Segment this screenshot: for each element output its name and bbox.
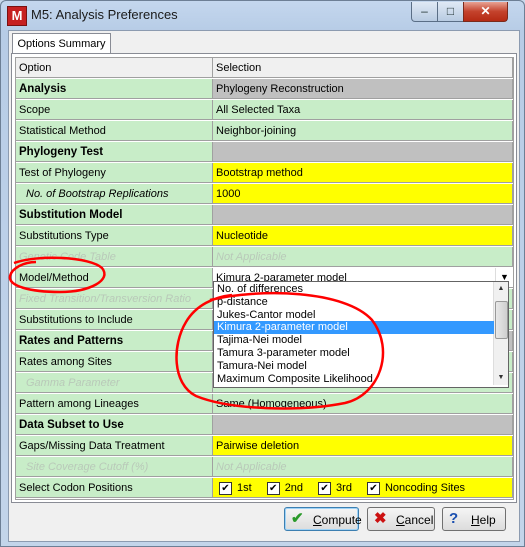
table-row[interactable]: Data Subset to Use [16,415,513,436]
table-row[interactable]: Site Coverage Cutoff (%) Not Applicable [16,457,513,478]
option-cell: No. of Bootstrap Replications [16,184,213,204]
option-cell: Statistical Method [16,121,213,141]
column-header-option: Option [16,58,213,78]
close-icon: ✕ [480,4,491,18]
table-row[interactable]: Statistical Method Neighbor-joining [16,121,513,142]
codon-checkbox-group[interactable]: ✔ 1st [216,478,252,497]
checkbox-icon[interactable]: ✔ [219,481,232,495]
codon-checkbox-label: 1st [237,482,252,494]
option-cell: Phylogeny Test [16,142,213,162]
table-row[interactable]: Test of Phylogeny Bootstrap method [16,163,513,184]
maximize-button[interactable]: □ [437,2,464,22]
table-row[interactable]: Substitution Model [16,205,513,226]
option-cell: Fixed Transition/Transversion Ratio [16,289,213,309]
cancel-label: Cancel [396,513,434,527]
table-row[interactable]: Phylogeny Test [16,142,513,163]
option-cell: Pattern among Lineages [16,394,213,414]
selection-cell [213,205,513,225]
dialog-body: Options Summary Option Selection Analysi… [8,30,520,542]
codon-positions-cell[interactable]: ✔ 1st ✔ 2nd ✔ 3rd ✔ Noncoding Sites [213,478,513,498]
option-cell: Scope [16,100,213,120]
selection-cell: Not Applicable [213,247,513,267]
table-row[interactable]: Pattern among Lineages Same (Homogeneous) [16,394,513,415]
option-cell: Model/Method [16,268,213,288]
table-row[interactable]: Analysis Phylogeny Reconstruction [16,79,513,100]
selection-cell[interactable]: Same (Homogeneous) [213,394,513,414]
table-row[interactable]: Substitutions Type Nucleotide [16,226,513,247]
column-header-selection: Selection [213,58,513,78]
scroll-down-icon[interactable]: ▼ [495,372,507,384]
tab-options-summary[interactable]: Options Summary [12,33,111,54]
selection-cell[interactable]: Pairwise deletion [213,436,513,456]
selection-cell[interactable]: All Selected Taxa [213,100,513,120]
selection-cell[interactable]: Neighbor-joining [213,121,513,141]
cancel-button[interactable]: ✖ Cancel [367,507,435,531]
option-cell: Substitutions Type [16,226,213,246]
option-cell: Genetic Code Table [16,247,213,267]
scroll-thumb[interactable] [495,301,508,339]
option-cell: Rates and Patterns [16,331,213,351]
selection-cell [213,142,513,162]
option-cell: Rates among Sites [16,352,213,372]
dropdown-option[interactable]: p-distance [214,296,494,309]
codon-checkbox-group[interactable]: ✔ 2nd [264,478,304,497]
checkbox-icon[interactable]: ✔ [318,481,332,495]
scroll-up-icon[interactable]: ▲ [495,283,507,295]
table-row[interactable]: Select Codon Positions ✔ 1st ✔ 2nd ✔ 3rd ✔ Nonco… [16,478,513,499]
option-cell: Substitution Model [16,205,213,225]
app-icon: M [7,6,27,26]
maximize-icon: □ [446,4,455,18]
selection-cell[interactable]: Nucleotide [213,226,513,246]
minimize-button[interactable]: – [411,2,438,22]
dropdown-option[interactable]: Maximum Composite Likelihood [214,373,494,386]
codon-checkbox-label: 3rd [336,482,352,494]
table-row[interactable]: Scope All Selected Taxa [16,100,513,121]
option-cell: Test of Phylogeny [16,163,213,183]
checkbox-icon[interactable]: ✔ [366,481,380,495]
options-panel: Option Selection Analysis Phylogeny Recon… [11,53,517,503]
grid-header-row: Option Selection [16,58,513,79]
model-method-dropdown-list[interactable]: ▲ ▼ No. of differences p-distance Jukes-Ca… [213,281,509,388]
option-cell: Substitutions to Include [16,310,213,330]
codon-checkbox-label: Noncoding Sites [384,482,466,494]
checkmark-icon: ✔ [291,510,304,527]
options-grid: Option Selection Analysis Phylogeny Recon… [15,57,514,500]
codon-checkbox-group[interactable]: ✔ 3rd [315,478,352,497]
dropdown-option[interactable]: Kimura 2-parameter model [214,321,494,335]
dropdown-scrollbar[interactable]: ▲ ▼ [493,282,508,385]
selection-cell [213,415,513,435]
table-row[interactable]: Genetic Code Table Not Applicable [16,247,513,268]
compute-button[interactable]: ✔ Compute [284,507,362,531]
selection-cell[interactable]: Bootstrap method [213,163,513,183]
close-button[interactable]: ✕ [463,2,508,22]
option-cell: Select Codon Positions [16,478,213,498]
checkbox-icon[interactable]: ✔ [266,481,280,495]
help-label: Help [471,513,496,527]
table-row[interactable]: No. of Bootstrap Replications 1000 [16,184,513,205]
minimize-icon: – [421,4,428,18]
option-cell: Gaps/Missing Data Treatment [16,436,213,456]
selection-cell[interactable]: 1000 [213,184,513,204]
table-row[interactable]: Gaps/Missing Data Treatment Pairwise dele… [16,436,513,457]
dropdown-option[interactable]: Tajima-Nei model [214,334,494,347]
dropdown-option[interactable]: Tamura 3-parameter model [214,347,494,360]
question-mark-icon: ? [449,510,459,527]
dropdown-option[interactable]: No. of differences [214,283,494,296]
option-cell: Site Coverage Cutoff (%) [16,457,213,477]
dropdown-option[interactable]: Tamura-Nei model [214,360,494,373]
option-cell: Gamma Parameter [16,373,213,393]
window-title: M5: Analysis Preferences [31,7,178,22]
selection-cell: Phylogeny Reconstruction [213,79,513,99]
selection-cell: Not Applicable [213,457,513,477]
option-cell: Analysis [16,79,213,99]
help-button[interactable]: ? Help [442,507,506,531]
option-cell: Data Subset to Use [16,415,213,435]
dropdown-option[interactable]: Jukes-Cantor model [214,309,494,322]
x-icon: ✖ [374,510,387,527]
codon-checkbox-group[interactable]: ✔ Noncoding Sites [364,478,466,497]
compute-label: Compute [313,513,362,527]
title-bar[interactable]: M M5: Analysis Preferences – □ ✕ [1,1,524,29]
codon-checkbox-label: 2nd [284,482,304,494]
analysis-preferences-window: M M5: Analysis Preferences – □ ✕ Options… [0,0,525,547]
